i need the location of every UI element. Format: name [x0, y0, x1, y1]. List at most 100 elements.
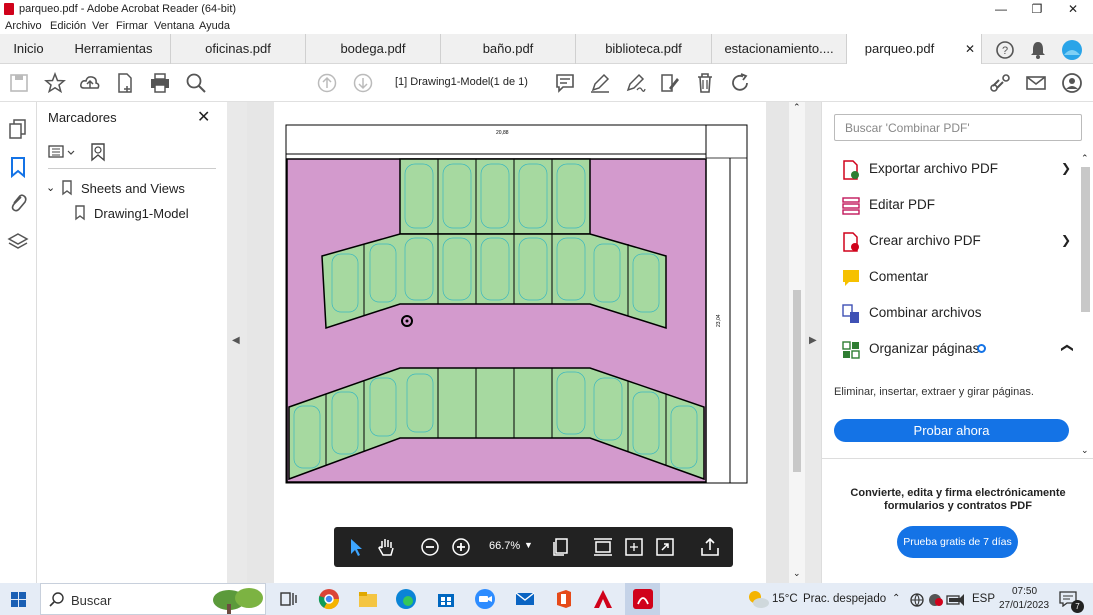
account-avatar-icon[interactable]: [1061, 39, 1083, 61]
chevron-down-icon[interactable]: ❯: [1061, 161, 1071, 175]
help-icon[interactable]: ?: [995, 40, 1015, 60]
security-icon[interactable]: [928, 593, 944, 607]
full-screen-icon[interactable]: [654, 536, 676, 558]
weather-temperature[interactable]: 15°C: [772, 593, 798, 605]
create-pdf-icon[interactable]: [114, 72, 136, 94]
mail-icon[interactable]: [514, 588, 536, 610]
close-tab-icon[interactable]: ✕: [965, 34, 975, 64]
windows-start-icon[interactable]: [11, 592, 27, 608]
tool-edit-pdf[interactable]: Editar PDF: [834, 194, 1079, 218]
scroll-thumb[interactable]: [1081, 167, 1090, 312]
page-number-field[interactable]: [1] Drawing1-Model: [395, 76, 490, 88]
minimize-button[interactable]: —: [983, 0, 1019, 18]
office-icon[interactable]: [553, 588, 575, 610]
free-trial-button[interactable]: Prueba gratis de 7 días: [897, 526, 1018, 558]
zoom-dropdown-icon[interactable]: ▼: [524, 540, 533, 550]
sign-icon[interactable]: [624, 72, 646, 94]
email-icon[interactable]: [1025, 72, 1047, 94]
previous-page-icon[interactable]: [316, 72, 338, 94]
attachment-icon[interactable]: [9, 192, 27, 214]
bookmark-options-icon[interactable]: [48, 144, 76, 160]
collapse-arrow-icon[interactable]: ◀: [232, 335, 240, 346]
comment-icon[interactable]: [554, 72, 576, 94]
acrobat-taskbar-icon[interactable]: [592, 588, 614, 610]
task-view-icon[interactable]: [277, 588, 299, 610]
star-icon[interactable]: [44, 72, 66, 94]
tab-oficinas[interactable]: oficinas.pdf: [171, 34, 306, 64]
menu-archivo[interactable]: Archivo: [5, 20, 42, 32]
try-now-button[interactable]: Probar ahora: [834, 419, 1069, 442]
redo-icon[interactable]: [729, 72, 751, 94]
network-icon[interactable]: [910, 593, 924, 607]
zoom-app-icon[interactable]: [474, 588, 496, 610]
tab-parqueo[interactable]: parqueo.pdf ✕: [847, 34, 982, 64]
clock-time[interactable]: 07:50: [1012, 586, 1037, 597]
tab-biblioteca[interactable]: biblioteca.pdf: [576, 34, 712, 64]
tab-bodega[interactable]: bodega.pdf: [306, 34, 441, 64]
tool-combine-files[interactable]: Combinar archivos: [834, 302, 1079, 326]
save-icon[interactable]: [8, 72, 30, 94]
scroll-down-icon[interactable]: ⌄: [793, 568, 801, 579]
tab-herramientas[interactable]: Herramientas: [57, 34, 171, 64]
file-explorer-icon[interactable]: [357, 588, 379, 610]
fit-width-icon[interactable]: [592, 536, 614, 558]
tool-export-pdf[interactable]: Exportar archivo PDF ❯: [834, 158, 1079, 182]
tools-pane-scrollbar[interactable]: ⌃ ⌄: [1079, 153, 1093, 456]
edit-document-icon[interactable]: [659, 72, 681, 94]
menu-ventana[interactable]: Ventana: [154, 20, 194, 32]
share-upload-icon[interactable]: [699, 536, 721, 558]
weather-description[interactable]: Prac. despejado: [803, 593, 886, 605]
document-scrollbar[interactable]: ⌃ ⌄: [789, 102, 805, 583]
scroll-down-icon[interactable]: ⌄: [1081, 445, 1089, 456]
active-app-highlight[interactable]: [625, 583, 660, 615]
tab-inicio[interactable]: Inicio: [0, 34, 57, 64]
document-view[interactable]: 20,88 23,04: [247, 102, 805, 583]
cloud-upload-icon[interactable]: [79, 72, 101, 94]
scroll-up-icon[interactable]: ⌃: [793, 102, 801, 113]
page-layout-icon[interactable]: [550, 536, 572, 558]
tools-search-input[interactable]: Buscar 'Combinar PDF': [834, 114, 1082, 141]
tool-comment[interactable]: Comentar: [834, 266, 1079, 290]
volume-icon[interactable]: [955, 593, 971, 607]
collapse-chevron-icon[interactable]: ⌄: [46, 181, 55, 194]
zoom-in-icon[interactable]: [450, 536, 472, 558]
zoom-out-icon[interactable]: [419, 536, 441, 558]
tool-create-pdf[interactable]: Crear archivo PDF ❯: [834, 230, 1079, 254]
scroll-up-icon[interactable]: ⌃: [1081, 153, 1089, 164]
edge-icon[interactable]: [395, 588, 417, 610]
user-share-icon[interactable]: [1061, 72, 1083, 94]
expand-right-pane-handle[interactable]: ▶: [805, 102, 821, 583]
zoom-level[interactable]: 66.7%: [489, 540, 520, 552]
scroll-thumb[interactable]: [793, 290, 801, 472]
next-page-icon[interactable]: [352, 72, 374, 94]
search-icon[interactable]: [185, 72, 207, 94]
restore-button[interactable]: ❐: [1019, 0, 1055, 18]
weather-icon[interactable]: [746, 588, 770, 610]
menu-ayuda[interactable]: Ayuda: [199, 20, 230, 32]
menu-firmar[interactable]: Firmar: [116, 20, 148, 32]
menu-edicion[interactable]: Edición: [50, 20, 86, 32]
bookmark-panel-icon[interactable]: [10, 156, 26, 178]
close-panel-icon[interactable]: ✕: [197, 107, 210, 127]
notifications-bell-icon[interactable]: [1029, 40, 1047, 60]
share-link-icon[interactable]: [989, 72, 1011, 94]
tray-expand-icon[interactable]: ⌃: [892, 593, 900, 604]
clock-date[interactable]: 27/01/2023: [999, 600, 1049, 611]
pages-thumbnail-icon[interactable]: [8, 118, 28, 140]
collapse-left-pane-handle[interactable]: ◀: [227, 102, 247, 583]
layers-icon[interactable]: [7, 231, 29, 253]
close-window-button[interactable]: ✕: [1055, 0, 1091, 18]
store-icon[interactable]: [435, 588, 457, 610]
find-bookmark-icon[interactable]: [90, 142, 108, 162]
taskbar-search-input[interactable]: Buscar: [40, 583, 266, 615]
fit-page-icon[interactable]: [623, 536, 645, 558]
chevron-up-icon[interactable]: ❯: [1059, 343, 1073, 353]
tab-bano[interactable]: baño.pdf: [441, 34, 576, 64]
hand-tool-icon[interactable]: [376, 536, 398, 558]
bookmark-drawing1-model[interactable]: Drawing1-Model: [94, 206, 189, 221]
expand-arrow-icon[interactable]: ▶: [809, 335, 817, 346]
print-icon[interactable]: [149, 72, 171, 94]
trash-icon[interactable]: [694, 72, 716, 94]
chrome-icon[interactable]: [318, 588, 340, 610]
menu-ver[interactable]: Ver: [92, 20, 109, 32]
